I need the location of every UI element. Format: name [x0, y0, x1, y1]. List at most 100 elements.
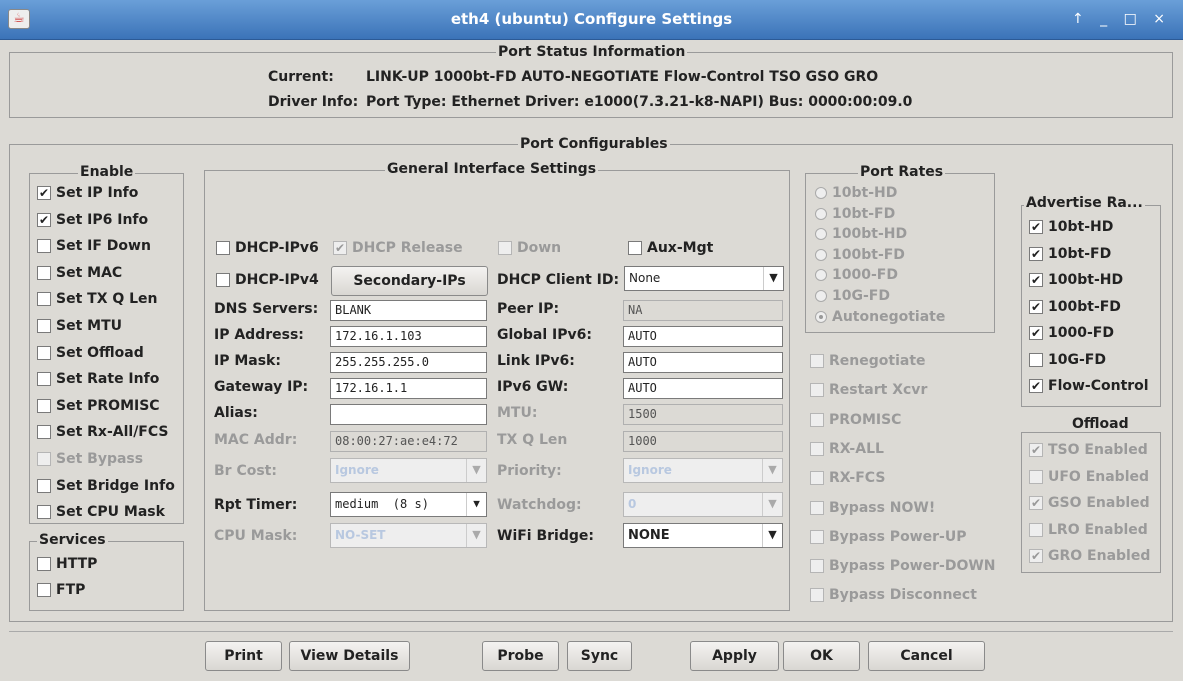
checkbox-icon: ✔ [1029, 496, 1043, 510]
enable-set-promisc-checkbox[interactable]: Set PROMISC [37, 398, 160, 414]
rate-10g-fd-radio[interactable]: 10G-FD [815, 288, 890, 304]
dhcp-ipv4-checkbox[interactable]: DHCP-IPv4 [216, 272, 319, 288]
enable-set-ip-info-checkbox[interactable]: ✔ Set IP Info [37, 185, 138, 201]
checkbox-icon [810, 529, 824, 544]
checkbox-icon: ✔ [1029, 326, 1043, 340]
enable-set-ip6-info-checkbox[interactable]: ✔ Set IP6 Info [37, 212, 148, 228]
gateway-label: Gateway IP: [214, 379, 309, 395]
dns-input[interactable]: BLANK [330, 300, 487, 321]
enable-set-rate-info-checkbox[interactable]: Set Rate Info [37, 371, 159, 387]
rate-autonegotiate-radio[interactable]: Autonegotiate [815, 309, 945, 325]
priority-select[interactable]: Ignore ▼ [623, 458, 783, 483]
rpt-timer-select[interactable]: medium (8 s) ▼ [330, 492, 487, 517]
ip-address-label: IP Address: [214, 327, 304, 343]
alias-input[interactable] [330, 404, 487, 425]
ip-mask-input[interactable]: 255.255.255.0 [330, 352, 487, 373]
mtu-input[interactable]: 1500 [623, 404, 783, 425]
misc-bypass-now-checkbox[interactable]: Bypass NOW! [810, 500, 935, 516]
enable-set-mtu-checkbox[interactable]: Set MTU [37, 318, 122, 334]
offload-gro-enabled-checkbox[interactable]: ✔ GRO Enabled [1029, 548, 1150, 564]
dhcp-release-checkbox[interactable]: ✔ DHCP Release [333, 240, 463, 256]
enable-title: Enable [78, 164, 136, 180]
advertise-100bt-hd-checkbox[interactable]: ✔ 100bt-HD [1029, 272, 1123, 288]
enable-set-cpu-mask-checkbox[interactable]: Set CPU Mask [37, 504, 165, 520]
misc-promisc-checkbox[interactable]: PROMISC [810, 412, 901, 428]
txq-len-input[interactable]: 1000 [623, 431, 783, 452]
checkbox-label: Renegotiate [829, 353, 926, 369]
global-ipv6-input[interactable]: AUTO [623, 326, 783, 347]
advertise-1000-fd-checkbox[interactable]: ✔ 1000-FD [1029, 325, 1114, 341]
secondary-ips-button[interactable]: Secondary-IPs [331, 266, 488, 296]
down-checkbox[interactable]: Down [498, 240, 561, 256]
offload-ufo-enabled-checkbox[interactable]: UFO Enabled [1029, 469, 1149, 485]
advertise-flow-control-checkbox[interactable]: ✔ Flow-Control [1029, 378, 1149, 394]
sync-button[interactable]: Sync [567, 641, 632, 671]
advertise-10bt-hd-checkbox[interactable]: ✔ 10bt-HD [1029, 219, 1113, 235]
cancel-button[interactable]: Cancel [868, 641, 985, 671]
rate-10bt-hd-radio[interactable]: 10bt-HD [815, 185, 897, 201]
checkbox-label: Set IP6 Info [56, 211, 149, 228]
gateway-input[interactable]: 172.16.1.1 [330, 378, 487, 399]
ftp-checkbox[interactable]: FTP [37, 582, 85, 598]
ip-address-input[interactable]: 172.16.1.103 [330, 326, 487, 347]
apply-button[interactable]: Apply [690, 641, 779, 671]
misc-bypass-power-up-checkbox[interactable]: Bypass Power-UP [810, 529, 966, 545]
current-label: Current: [268, 69, 334, 85]
checkbox-label: 1000-FD [1048, 325, 1114, 341]
checkbox-icon [810, 383, 824, 398]
advertise-title: Advertise Ra... [1024, 195, 1145, 211]
link-ipv6-input[interactable]: AUTO [623, 352, 783, 373]
probe-button[interactable]: Probe [482, 641, 559, 671]
advertise-10bt-fd-checkbox[interactable]: ✔ 10bt-FD [1029, 246, 1111, 262]
checkbox-label: Set Bridge Info [56, 477, 175, 494]
rate-10bt-fd-radio[interactable]: 10bt-FD [815, 206, 895, 222]
checkbox-icon [37, 452, 51, 466]
offload-lro-enabled-checkbox[interactable]: LRO Enabled [1029, 522, 1148, 538]
misc-restart-xcvr-checkbox[interactable]: Restart Xcvr [810, 382, 927, 398]
port-configurables-title: Port Configurables [518, 136, 670, 152]
checkbox-icon [37, 372, 51, 387]
offload-tso-enabled-checkbox[interactable]: ✔ TSO Enabled [1029, 442, 1148, 458]
mac-addr-input[interactable]: 08:00:27:ae:e4:72 [330, 431, 487, 452]
dhcp-ipv6-checkbox[interactable]: DHCP-IPv6 [216, 240, 319, 256]
aux-mgt-checkbox[interactable]: Aux-Mgt [628, 240, 713, 256]
ipv6-gw-input[interactable]: AUTO [623, 378, 783, 399]
br-cost-select[interactable]: Ignore ▼ [330, 458, 487, 483]
rate-1000-fd-radio[interactable]: 1000-FD [815, 267, 898, 283]
ok-button[interactable]: OK [783, 641, 860, 671]
wifi-bridge-select[interactable]: NONE ▼ [623, 523, 783, 548]
enable-set-offload-checkbox[interactable]: Set Offload [37, 345, 144, 361]
misc-rx-fcs-checkbox[interactable]: RX-FCS [810, 470, 885, 486]
watchdog-select[interactable]: 0 ▼ [623, 492, 783, 517]
peer-ip-input[interactable]: NA [623, 300, 783, 321]
misc-renegotiate-checkbox[interactable]: Renegotiate [810, 353, 926, 369]
enable-set-if-down-checkbox[interactable]: Set IF Down [37, 238, 151, 254]
view-details-button[interactable]: View Details [289, 641, 410, 671]
cpu-mask-select[interactable]: NO-SET ▼ [330, 523, 487, 548]
enable-set-mac-checkbox[interactable]: Set MAC [37, 265, 122, 281]
offload-gso-enabled-checkbox[interactable]: ✔ GSO Enabled [1029, 495, 1150, 511]
global-ipv6-label: Global IPv6: [497, 327, 592, 343]
misc-rx-all-checkbox[interactable]: RX-ALL [810, 441, 884, 457]
enable-set-bridge-info-checkbox[interactable]: Set Bridge Info [37, 478, 175, 494]
enable-set-tx-q-len-checkbox[interactable]: Set TX Q Len [37, 291, 158, 307]
rate-100bt-fd-radio[interactable]: 100bt-FD [815, 247, 905, 263]
peer-ip-label: Peer IP: [497, 301, 560, 317]
enable-set-rx-all-fcs-checkbox[interactable]: Set Rx-All/FCS [37, 424, 169, 440]
http-checkbox[interactable]: HTTP [37, 556, 97, 572]
checkbox-icon: ✔ [1029, 299, 1043, 314]
print-button[interactable]: Print [205, 641, 282, 671]
checkbox-label: TSO Enabled [1048, 442, 1148, 458]
enable-set-bypass-checkbox[interactable]: Set Bypass [37, 451, 143, 467]
misc-bypass-disconnect-checkbox[interactable]: Bypass Disconnect [810, 587, 977, 603]
window-titlebar: ☕ eth4 (ubuntu) Configure Settings ↑ _ □… [0, 0, 1183, 40]
misc-bypass-power-down-checkbox[interactable]: Bypass Power-DOWN [810, 558, 996, 574]
window-controls[interactable]: ↑ _ □ × [1072, 11, 1171, 27]
general-settings-title: General Interface Settings [385, 161, 599, 177]
chevron-down-icon: ▼ [763, 267, 783, 290]
checkbox-label: LRO Enabled [1048, 521, 1148, 538]
advertise-100bt-fd-checkbox[interactable]: ✔ 100bt-FD [1029, 299, 1121, 315]
advertise-10g-fd-checkbox[interactable]: 10G-FD [1029, 352, 1106, 368]
rate-100bt-hd-radio[interactable]: 100bt-HD [815, 226, 907, 242]
dhcp-client-id-select[interactable]: None ▼ [624, 266, 784, 291]
